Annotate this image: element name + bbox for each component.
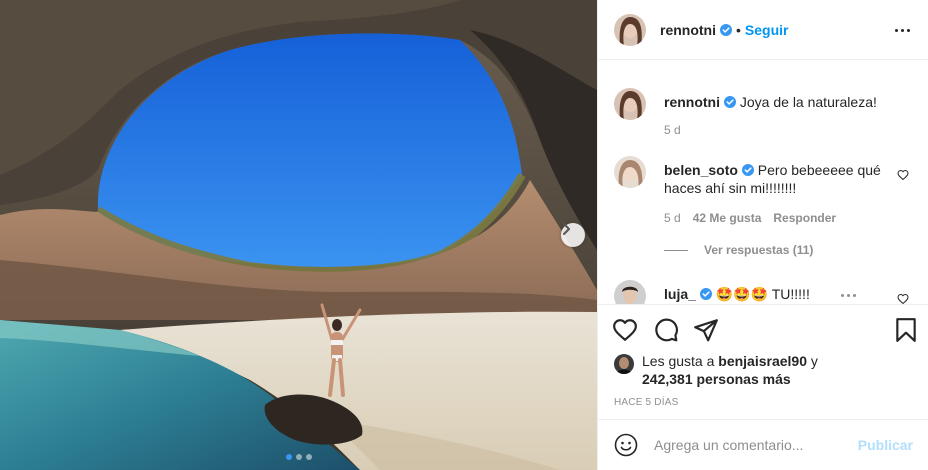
view-replies-label: Ver respuestas (11)	[704, 243, 814, 257]
carousel-indicator	[0, 454, 597, 460]
author-avatar[interactable]	[614, 88, 646, 120]
carousel-next-button[interactable]	[561, 223, 585, 247]
comment-item: luja_ 🤩🤩🤩 TU!!!!!	[614, 280, 913, 304]
author-username[interactable]: rennotni	[660, 22, 716, 38]
likes-count-button[interactable]: 242,381 personas más	[642, 371, 791, 387]
commenter-avatar[interactable]	[614, 156, 646, 188]
comment-like-heart-icon[interactable]	[897, 293, 909, 304]
comment-text: 🤩🤩🤩 TU!!!!!	[715, 286, 810, 302]
likes-prefix: Les gusta a	[642, 353, 715, 369]
bookmark-icon[interactable]	[893, 317, 919, 343]
cave-beach-image	[0, 0, 597, 470]
post-timestamp[interactable]: HACE 5 DÍAS	[614, 397, 678, 408]
heart-icon[interactable]	[612, 317, 638, 343]
comment-like-heart-icon[interactable]	[897, 169, 909, 181]
comment-likes[interactable]: 42 Me gusta	[693, 211, 762, 225]
verified-badge-icon	[724, 96, 736, 108]
follow-button[interactable]: Seguir	[745, 22, 789, 38]
comment-meta: 5 d	[664, 123, 681, 137]
post-photo[interactable]	[0, 0, 597, 470]
separator-dot: •	[736, 21, 741, 38]
share-icon[interactable]	[693, 317, 719, 343]
verified-badge-icon	[699, 288, 712, 300]
view-replies-button[interactable]: Ver respuestas (11)	[664, 243, 813, 257]
chevron-right-icon	[563, 223, 570, 235]
post-side-panel: rennotni • Seguir rennotni Joya de la na…	[597, 0, 928, 470]
comment-meta: 5 d 42 Me gusta Responder	[664, 211, 836, 225]
comment-icon[interactable]	[653, 317, 679, 343]
comment-composer: Publicar	[598, 419, 928, 470]
reply-button[interactable]: Responder	[773, 211, 836, 225]
comment-body: rennotni Joya de la naturaleza!	[664, 93, 889, 111]
liker-avatar[interactable]	[614, 354, 634, 374]
comment-time[interactable]: 5 d	[664, 211, 681, 225]
comment-username[interactable]: rennotni	[664, 94, 720, 110]
carousel-dot	[295, 454, 302, 460]
comment-input[interactable]	[654, 437, 858, 453]
likes-connector: y	[810, 353, 818, 369]
comments-list: rennotni Joya de la naturaleza! 5 d bele…	[598, 60, 928, 304]
post-actions-bar	[598, 304, 928, 358]
divider-line	[664, 249, 688, 251]
liker-username[interactable]: benjaisrael90	[718, 353, 807, 369]
verified-badge-icon	[741, 164, 754, 176]
verified-badge-icon	[720, 23, 732, 36]
comment-username[interactable]: luja_	[664, 286, 696, 302]
emoji-icon[interactable]	[614, 433, 638, 457]
comment-body: belen_soto Pero bebeeeee qué haces ahí s…	[664, 161, 889, 197]
comment-username[interactable]: belen_soto	[664, 162, 738, 178]
more-options-icon[interactable]	[895, 22, 913, 38]
more-options-icon[interactable]	[841, 294, 856, 297]
carousel-dot	[285, 454, 292, 460]
author-avatar[interactable]	[614, 13, 646, 46]
publish-button[interactable]: Publicar	[858, 437, 913, 453]
post-header: rennotni • Seguir	[598, 0, 928, 60]
commenter-avatar[interactable]	[614, 280, 646, 304]
carousel-dot	[305, 454, 312, 460]
comment-time[interactable]: 5 d	[664, 123, 681, 137]
comment-text: Joya de la naturaleza!	[739, 94, 877, 110]
likes-text: Les gusta a benjaisrael90 y 242,381 pers…	[642, 352, 912, 388]
caption: rennotni Joya de la naturaleza! 5 d	[614, 88, 913, 158]
